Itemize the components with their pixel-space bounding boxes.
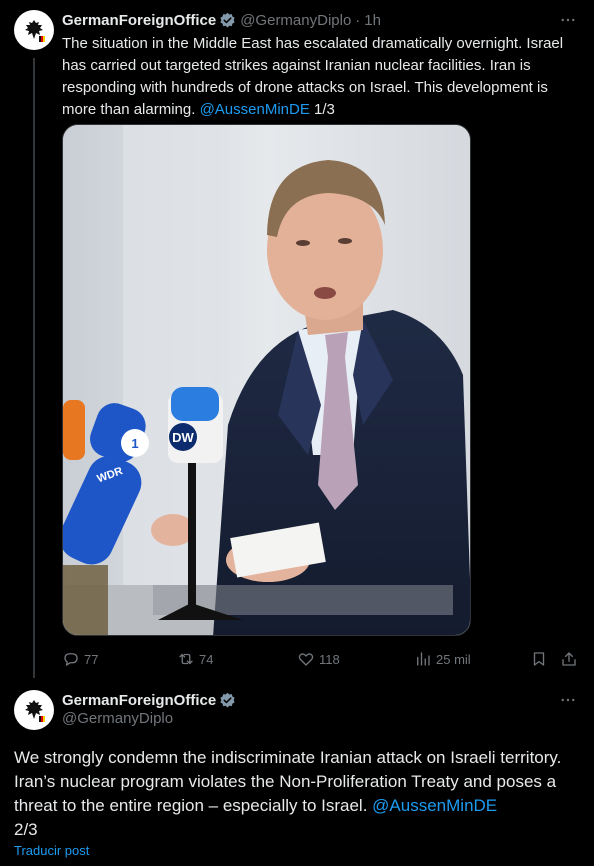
repost-count: 74 <box>199 651 214 667</box>
tweet-header: GermanForeignOffice <box>62 690 240 710</box>
mic-label-dw: DW <box>172 430 194 445</box>
author-name[interactable]: GermanForeignOffice <box>62 12 216 29</box>
timestamp[interactable]: 1h <box>364 12 381 29</box>
tweet-2[interactable]: GermanForeignOffice @GermanyDiplo We str… <box>0 680 594 866</box>
like-icon <box>298 653 314 666</box>
tweet-text: We strongly condemn the indiscriminate I… <box>14 746 584 842</box>
reply-button[interactable]: 77 <box>62 648 98 670</box>
verified-badge-icon <box>220 12 235 27</box>
share-icon <box>562 652 576 666</box>
tweet-header: GermanForeignOffice @GermanyDiplo · 1h <box>62 10 381 30</box>
mic-label-ard: 1 <box>131 436 138 451</box>
eagle-emblem-icon <box>25 700 45 722</box>
views-icon <box>417 652 430 666</box>
separator-dot: · <box>355 11 361 29</box>
action-bar: 77 74 118 25 mil <box>62 648 582 670</box>
avatar[interactable] <box>14 690 54 730</box>
eagle-emblem-icon <box>25 20 45 42</box>
mention-link[interactable]: @AussenMinDE <box>372 796 497 815</box>
repost-icon <box>179 653 193 665</box>
avatar[interactable] <box>14 10 54 50</box>
mention-link[interactable]: @AussenMinDE <box>200 101 310 118</box>
author-name[interactable]: GermanForeignOffice <box>62 692 216 709</box>
tweet-body: The situation in the Middle East has esc… <box>62 35 564 118</box>
photo-press-conference: DW 1 WDR <box>63 125 470 635</box>
bookmark-icon <box>533 652 545 666</box>
more-icon <box>561 698 575 702</box>
views-button[interactable]: 25 mil <box>414 648 471 670</box>
verified-badge-icon <box>220 692 235 707</box>
bookmark-button[interactable] <box>530 648 552 670</box>
tweet-1[interactable]: GermanForeignOffice @GermanyDiplo · 1h T… <box>0 0 594 680</box>
share-button[interactable] <box>560 648 582 670</box>
more-icon <box>561 18 575 22</box>
reply-icon <box>64 653 78 666</box>
thread-index: 1/3 <box>314 101 335 118</box>
like-button[interactable]: 118 <box>297 648 340 670</box>
thread-index: 2/3 <box>14 820 38 839</box>
author-handle[interactable]: @GermanyDiplo <box>240 12 351 29</box>
views-count: 25 mil <box>436 651 471 667</box>
tweet-photo[interactable]: DW 1 WDR <box>62 124 471 636</box>
translate-post-link[interactable]: Traducir post <box>14 843 89 858</box>
repost-button[interactable]: 74 <box>177 648 213 670</box>
like-count: 118 <box>319 651 340 667</box>
more-button[interactable] <box>556 690 580 710</box>
reply-count: 77 <box>84 651 99 667</box>
more-button[interactable] <box>556 10 580 30</box>
thread-line <box>33 58 35 678</box>
tweet-text: The situation in the Middle East has esc… <box>62 33 582 121</box>
author-handle[interactable]: @GermanyDiplo <box>62 710 173 727</box>
